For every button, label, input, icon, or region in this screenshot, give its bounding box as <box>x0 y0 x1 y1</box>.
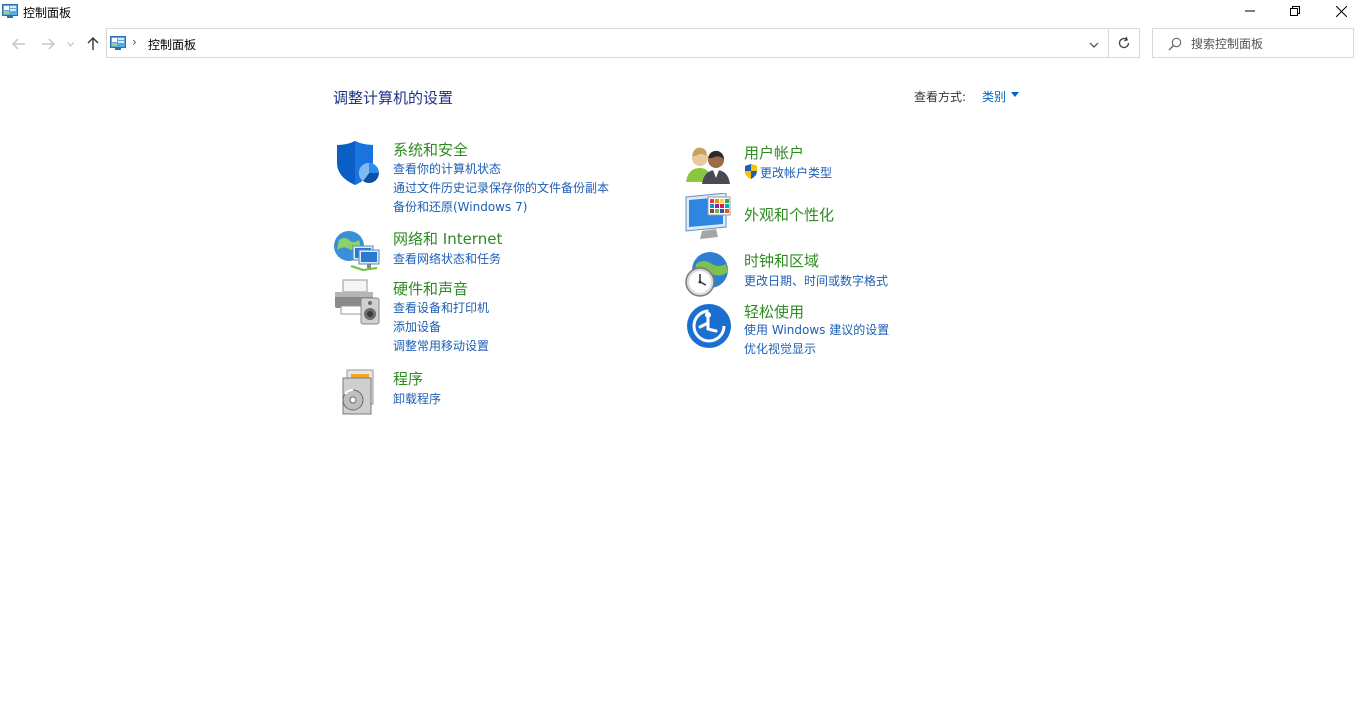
link-file-history-backup[interactable]: 通过文件历史记录保存你的文件备份副本 <box>393 179 609 196</box>
link-change-account-type[interactable]: 更改帐户类型 <box>744 164 832 181</box>
search-box[interactable] <box>1152 28 1354 58</box>
control-panel-icon <box>110 36 126 50</box>
address-bar[interactable]: › 控制面板 <box>106 28 1109 58</box>
category-title-ease-of-access[interactable]: 轻松使用 <box>744 301 804 322</box>
up-button[interactable] <box>83 34 103 54</box>
category-network-internet: 网络和 Internet 查看网络状态和任务 <box>333 228 653 276</box>
category-title-user-accounts[interactable]: 用户帐户 <box>744 142 804 163</box>
search-input[interactable] <box>1191 34 1346 54</box>
category-title-network-internet[interactable]: 网络和 Internet <box>393 228 502 249</box>
minimize-icon <box>1245 10 1255 12</box>
breadcrumb-control-panel[interactable]: 控制面板 <box>148 36 196 53</box>
category-hardware-sound: 硬件和声音 查看设备和打印机 添加设备 调整常用移动设置 <box>333 278 653 358</box>
restore-icon <box>1290 6 1300 16</box>
link-mobility-settings[interactable]: 调整常用移动设置 <box>393 337 489 354</box>
ease-of-access-icon <box>687 304 731 348</box>
programs-disc-icon <box>342 369 374 415</box>
category-title-appearance[interactable]: 外观和个性化 <box>744 204 834 225</box>
clock-globe-icon <box>685 252 728 297</box>
view-by-label: 查看方式: <box>914 90 967 104</box>
navigation-bar: › 控制面板 <box>0 28 1366 60</box>
window-title: 控制面板 <box>23 6 72 20</box>
breadcrumb-separator[interactable]: › <box>132 35 137 49</box>
arrow-right-icon <box>42 38 55 50</box>
title-bar: 控制面板 <box>0 0 1366 24</box>
close-button[interactable] <box>1318 0 1364 22</box>
control-panel-icon <box>2 4 18 18</box>
refresh-button[interactable] <box>1109 28 1140 58</box>
search-icon <box>1168 37 1182 51</box>
view-by-dropdown[interactable]: 类别 <box>982 88 1006 105</box>
category-clock-region: 时钟和区域 更改日期、时间或数字格式 <box>684 250 1004 298</box>
category-programs: 程序 卸载程序 <box>333 368 653 416</box>
users-icon <box>686 147 730 184</box>
link-network-status-tasks[interactable]: 查看网络状态和任务 <box>393 250 501 267</box>
recent-locations-button[interactable] <box>63 34 77 54</box>
address-history-dropdown[interactable] <box>1087 37 1101 51</box>
link-change-date-time-format[interactable]: 更改日期、时间或数字格式 <box>744 272 888 289</box>
link-add-device[interactable]: 添加设备 <box>393 318 441 335</box>
refresh-icon <box>1118 36 1130 49</box>
minimize-button[interactable] <box>1227 0 1273 22</box>
category-title-clock-region[interactable]: 时钟和区域 <box>744 250 819 271</box>
category-title-programs[interactable]: 程序 <box>393 368 423 389</box>
link-uninstall-program[interactable]: 卸载程序 <box>393 390 441 407</box>
link-devices-printers[interactable]: 查看设备和打印机 <box>393 299 489 316</box>
back-button[interactable] <box>9 34 29 54</box>
monitor-palette-icon <box>685 193 731 239</box>
category-title-system-security[interactable]: 系统和安全 <box>393 139 468 160</box>
category-system-security: 系统和安全 查看你的计算机状态 通过文件历史记录保存你的文件备份副本 备份和还原… <box>333 139 653 219</box>
link-windows-recommended-settings[interactable]: 使用 Windows 建议的设置 <box>744 321 889 338</box>
network-globe-icon <box>334 231 380 272</box>
category-ease-of-access: 轻松使用 使用 Windows 建议的设置 优化视觉显示 <box>684 301 1004 361</box>
forward-button[interactable] <box>38 34 58 54</box>
restore-button[interactable] <box>1272 0 1318 22</box>
link-view-computer-status[interactable]: 查看你的计算机状态 <box>393 160 501 177</box>
category-appearance: 外观和个性化 <box>684 193 1004 241</box>
security-shield-icon <box>337 141 379 185</box>
arrow-up-icon <box>87 37 99 50</box>
category-title-hardware-sound[interactable]: 硬件和声音 <box>393 278 468 299</box>
category-user-accounts: 用户帐户 更改帐户类型 <box>684 142 1004 190</box>
link-optimize-visual-display[interactable]: 优化视觉显示 <box>744 340 816 357</box>
chevron-down-icon <box>66 41 74 47</box>
page-title: 调整计算机的设置 <box>333 89 454 107</box>
chevron-down-icon <box>1089 42 1099 48</box>
link-backup-restore[interactable]: 备份和还原(Windows 7) <box>393 198 527 215</box>
printer-speaker-icon <box>335 279 380 325</box>
arrow-left-icon <box>12 38 25 50</box>
close-icon <box>1335 5 1347 17</box>
caret-down-icon[interactable] <box>1011 92 1019 97</box>
